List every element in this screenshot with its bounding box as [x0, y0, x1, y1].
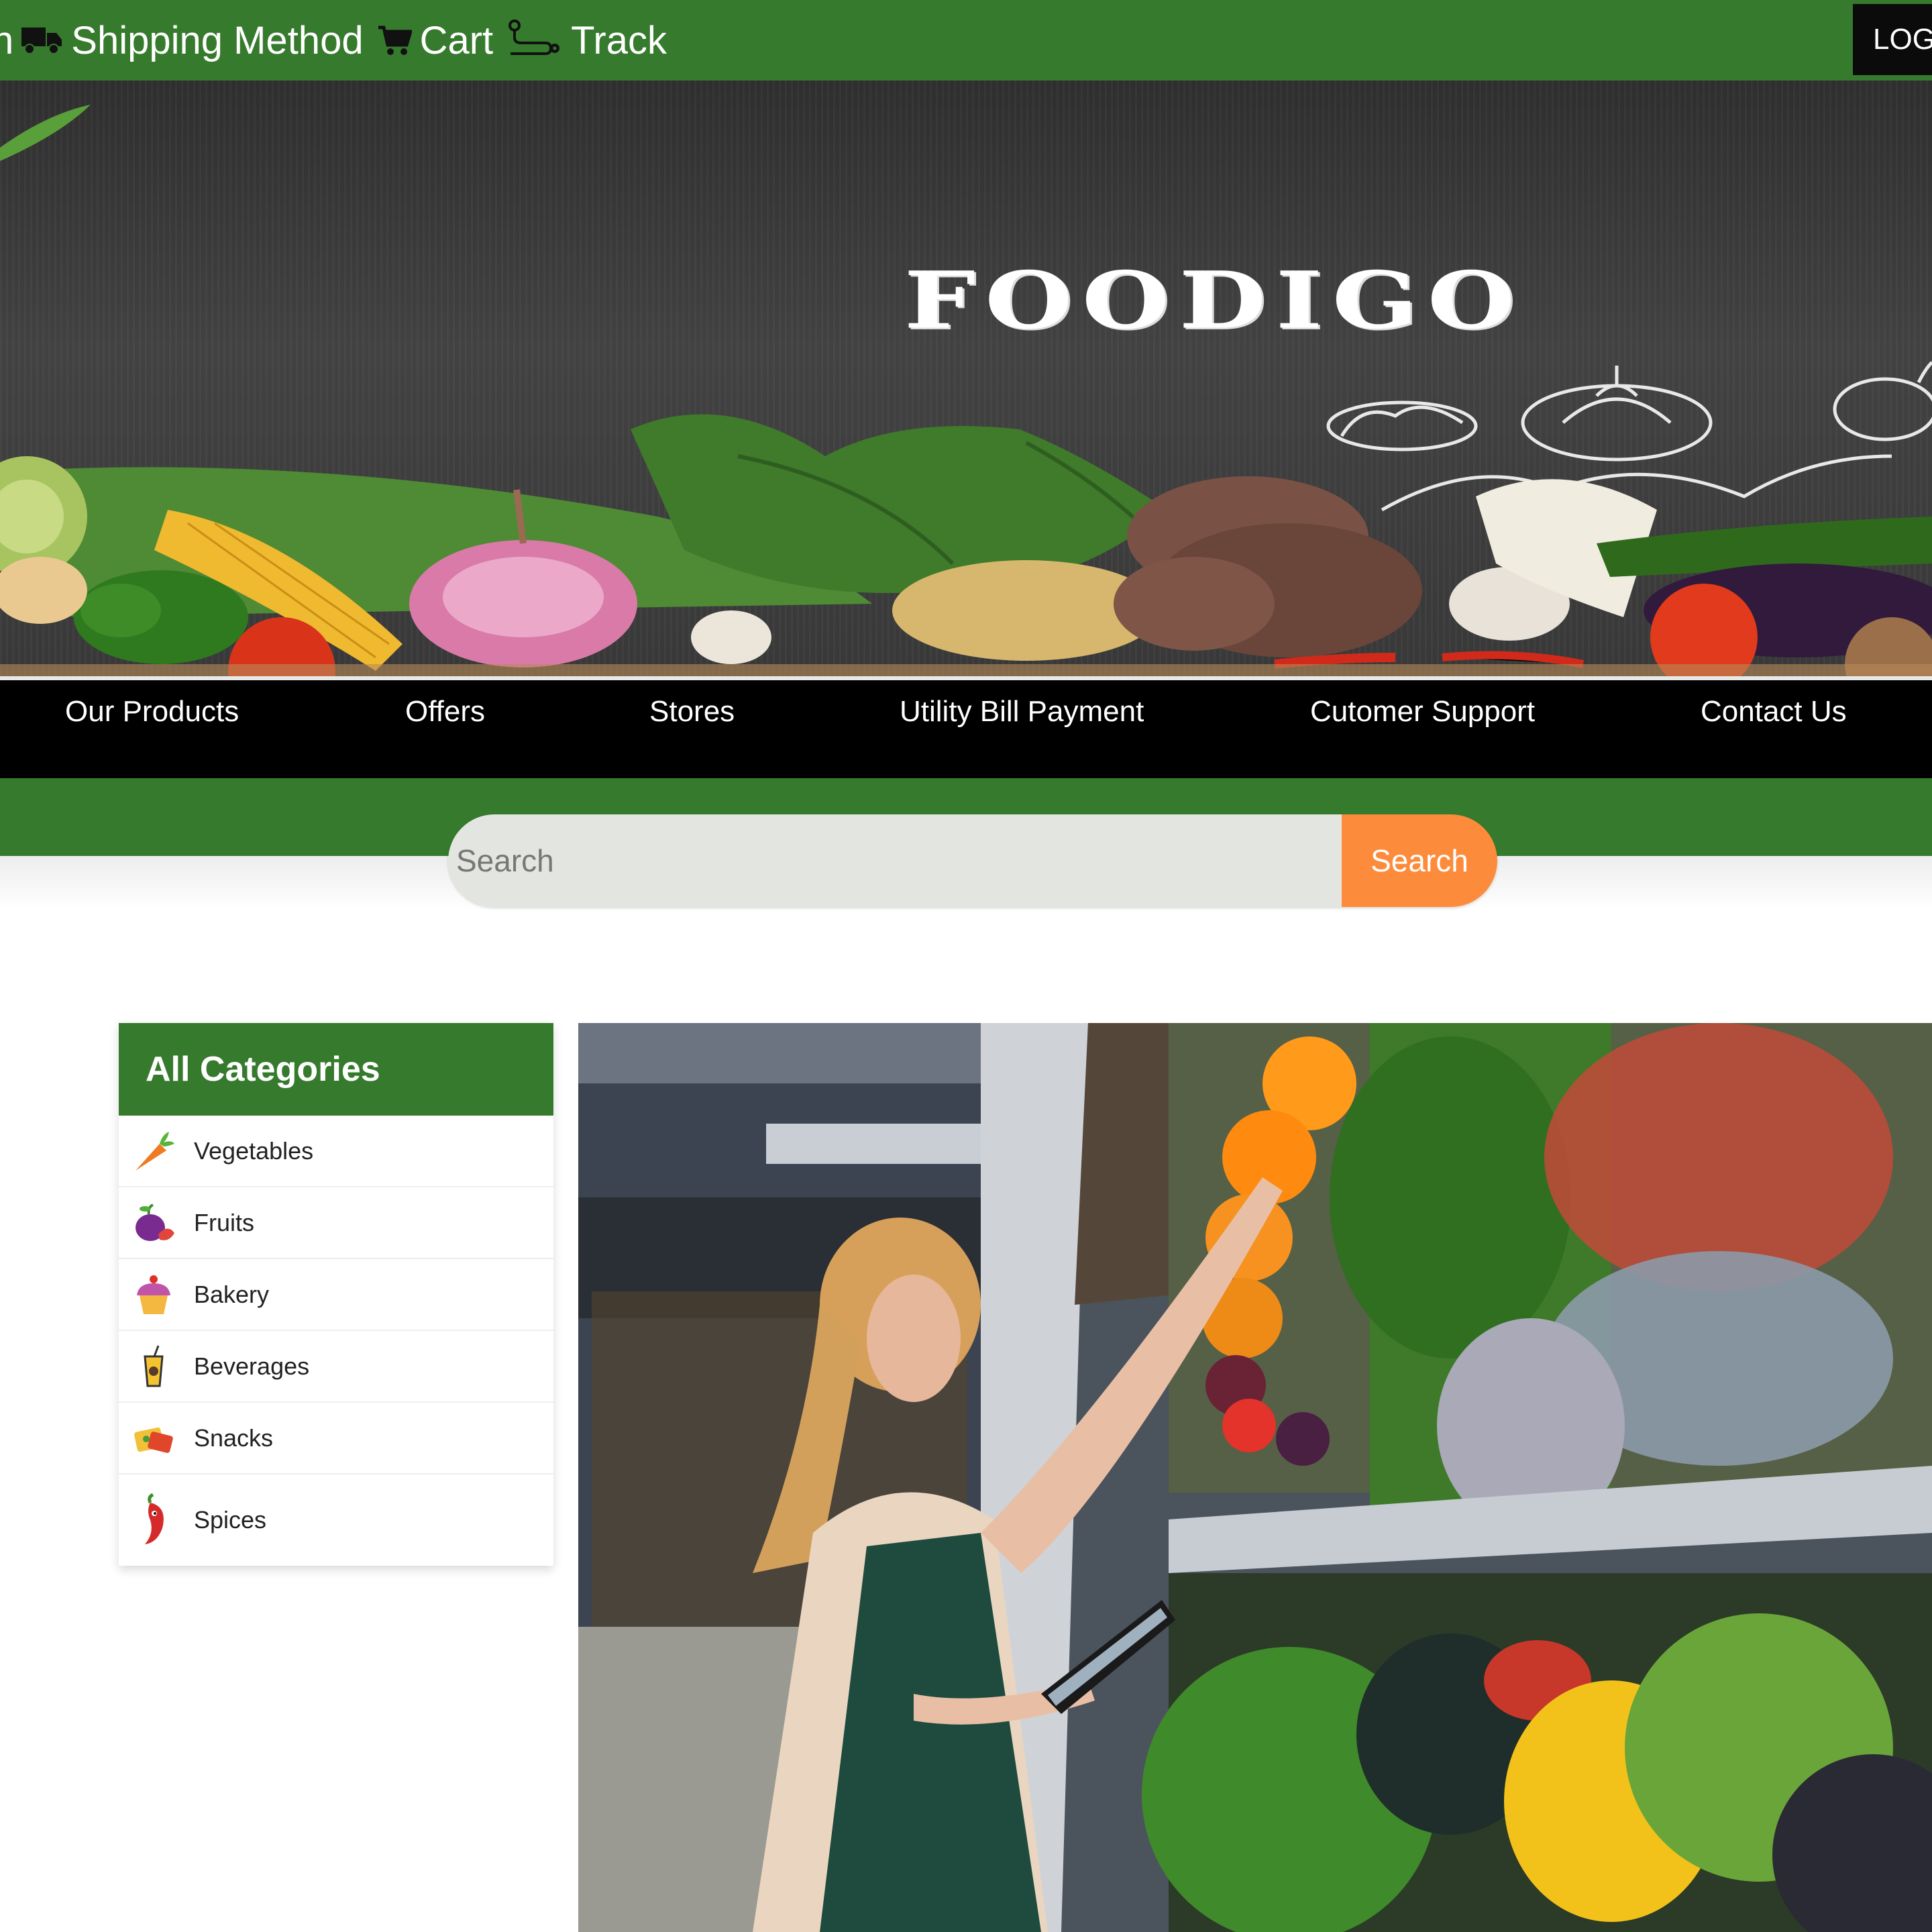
- category-label: Beverages: [194, 1352, 310, 1380]
- category-label: Fruits: [194, 1208, 254, 1236]
- chili-icon: [127, 1493, 180, 1547]
- top-nav: n Shipping Method Cart Track: [0, 0, 674, 80]
- vegetables-illustration: [0, 105, 1932, 676]
- category-label: Bakery: [194, 1280, 270, 1308]
- track-link[interactable]: Track: [506, 18, 667, 63]
- truck-icon: [20, 25, 63, 56]
- carrot-icon: [127, 1124, 180, 1178]
- snacks-icon: [127, 1411, 180, 1465]
- category-label: Snacks: [194, 1424, 274, 1452]
- drink-icon: [127, 1340, 180, 1393]
- category-label: Spices: [194, 1506, 267, 1534]
- category-item-spices[interactable]: Spices: [119, 1474, 553, 1566]
- main-nav: Our Products Offers Stores Utility Bill …: [0, 676, 1932, 778]
- shipping-method-label: Shipping Method: [71, 18, 364, 62]
- top-bar: n Shipping Method Cart Track LOG: [0, 0, 1932, 80]
- search-button[interactable]: Search: [1342, 814, 1497, 907]
- track-label: Track: [571, 18, 667, 62]
- nav-utility-bill-payment[interactable]: Utility Bill Payment: [900, 695, 1144, 729]
- nav-customer-support[interactable]: Cutomer Support: [1310, 695, 1535, 729]
- nav-offers[interactable]: Offers: [405, 695, 485, 729]
- promo-photo: [578, 1023, 1932, 1932]
- nav-stores[interactable]: Stores: [649, 695, 735, 729]
- cupcake-icon: [127, 1268, 180, 1322]
- hero-banner: FOODIGO: [0, 80, 1932, 676]
- login-button[interactable]: LOG: [1853, 4, 1932, 75]
- nav-our-products[interactable]: Our Products: [65, 695, 239, 729]
- fruit-icon: [127, 1196, 180, 1250]
- category-item-beverages[interactable]: Beverages: [119, 1331, 553, 1403]
- shipping-method-link[interactable]: Shipping Method: [20, 18, 364, 63]
- search-input[interactable]: [448, 814, 1342, 907]
- categories-panel: All Categories Vegetables Fruits Bakery …: [119, 1023, 553, 1566]
- category-item-vegetables[interactable]: Vegetables: [119, 1116, 553, 1187]
- top-nav-item-cutoff[interactable]: n: [0, 18, 13, 63]
- top-nav-cutoff-label: n: [0, 18, 14, 62]
- route-icon: [506, 19, 563, 62]
- category-item-bakery[interactable]: Bakery: [119, 1259, 553, 1331]
- category-label: Vegetables: [194, 1136, 314, 1165]
- categories-title: All Categories: [119, 1023, 553, 1116]
- category-item-fruits[interactable]: Fruits: [119, 1187, 553, 1259]
- cart-link[interactable]: Cart: [377, 18, 494, 63]
- brand-logo-text: FOODIGO: [904, 254, 1525, 347]
- nav-contact-us[interactable]: Contact Us: [1701, 695, 1847, 729]
- category-item-snacks[interactable]: Snacks: [119, 1403, 553, 1474]
- cart-label: Cart: [419, 18, 494, 62]
- cart-icon: [377, 23, 412, 57]
- search-bar: Search: [448, 814, 1497, 907]
